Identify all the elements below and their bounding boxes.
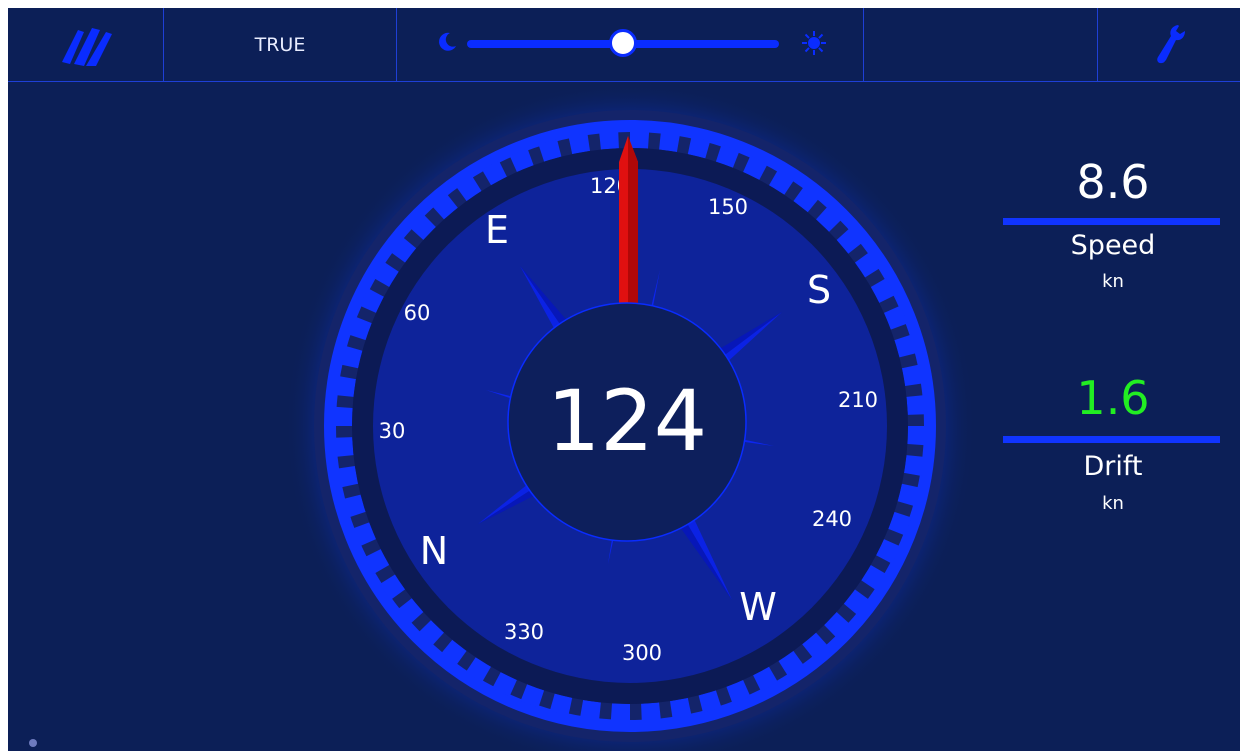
gauge-tooth [568,133,590,155]
drift-label: Drift [1083,451,1143,482]
degree-label: 60 [404,301,431,325]
heading-value: 124 [547,372,707,470]
cardinal-n: N [420,529,448,573]
drift-unit: kn [1102,493,1124,514]
gauge-tooth [599,130,619,150]
gauge-tooth [904,455,925,476]
window-frame: TRUE 120 150 210 240 300 330 30 60 E S W… [0,0,1240,751]
degree-label: 300 [622,641,662,665]
drift-divider [1003,436,1220,443]
gauge-tooth [337,466,359,488]
cardinal-s: S [807,268,831,312]
degree-label: 150 [708,195,748,219]
cardinal-w: W [739,585,777,629]
instrument-screen: TRUE 120 150 210 240 300 330 30 60 E S W… [8,8,1240,751]
degree-label: 330 [504,620,544,644]
speed-unit: kn [1102,271,1124,292]
status-dot [29,739,37,747]
gauge-tooth [334,437,354,457]
gauge-tooth [670,697,692,719]
gauge-tooth [580,700,601,721]
gauge-tooth [901,364,923,386]
speed-label: Speed [1070,230,1156,261]
speed-divider [1003,218,1220,225]
degree-label: 240 [812,507,852,531]
gauge-tooth [641,702,661,722]
speed-value: 8.6 [1076,155,1150,209]
degree-label: 30 [379,419,406,443]
gauge-tooth [659,131,680,152]
gauge-tooth [335,376,356,397]
gauge-tooth [907,426,926,446]
degree-label: 210 [838,388,878,412]
heading-needle [619,136,638,308]
gauge-tooth [334,406,353,426]
gauge-tooth [610,703,630,722]
gauge-tooth [630,130,650,149]
cardinal-e: E [485,208,509,252]
drift-value: 1.6 [1076,371,1150,425]
gauge-tooth [906,395,926,415]
